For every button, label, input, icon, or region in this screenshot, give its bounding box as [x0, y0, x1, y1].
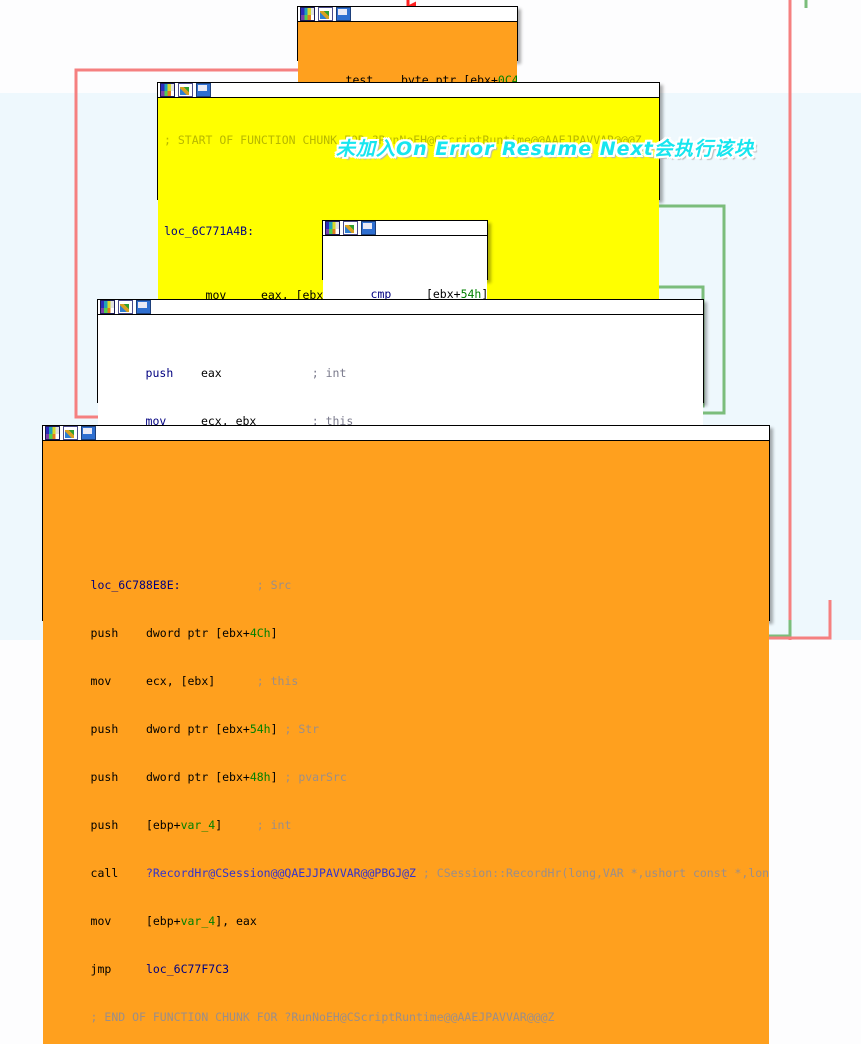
operand-tail: ], eax	[215, 914, 257, 928]
block-titlebar[interactable]	[98, 300, 703, 315]
inline-comment: ; this	[256, 674, 299, 688]
chunk-start-comment: ; START OF FUNCTION CHUNK FOR ?RunNoEH@C…	[164, 133, 642, 147]
code-line: mov ecx, ebx ; this	[98, 397, 703, 428]
block-titlebar[interactable]	[43, 426, 769, 441]
inline-comment: ; int	[311, 366, 347, 380]
mnemonic: call	[90, 866, 119, 880]
mnemonic: push	[90, 626, 119, 640]
inline-comment: ; Str	[284, 722, 320, 736]
operand: dword ptr [ebx+	[145, 770, 250, 784]
mnemonic: jmp	[90, 962, 112, 976]
operand-tail: ]	[270, 722, 278, 736]
block-titlebar[interactable]	[158, 83, 659, 98]
block-cmp-54h[interactable]: cmp [ebx+54h], esi jnz loc_6C788E8E	[322, 220, 488, 369]
operand: dword ptr [ebx+	[145, 722, 250, 736]
mnemonic: push	[90, 818, 119, 832]
block-titlebar[interactable]	[323, 221, 487, 236]
color-palette-icon[interactable]	[325, 221, 340, 235]
inline-comment: ; CSession::RecordHr(long,VAR *,ushort c…	[422, 866, 769, 880]
code-line: push eax ; int	[98, 349, 703, 380]
operand-tail: ]	[270, 770, 278, 784]
hex-number: 54h	[249, 722, 271, 736]
chart-icon[interactable]	[318, 7, 333, 21]
color-palette-icon[interactable]	[300, 7, 315, 21]
stack-variable[interactable]: var_4	[181, 914, 216, 928]
stack-variable[interactable]: var_4	[181, 818, 216, 832]
call-target-symbol[interactable]: ?RecordHr@CSession@@QAEJJPAVVAR@@PBGJ@Z	[146, 866, 416, 880]
chart-icon[interactable]	[63, 426, 78, 440]
code-line: mov [ebp+var_4], eax	[43, 897, 769, 928]
inline-comment: ; pvarSrc	[284, 770, 347, 784]
code-line: push [ebp+var_4] ; int	[43, 801, 769, 832]
code-line: test byte ptr [ebx+0C4h], 3	[298, 56, 517, 87]
operand: [ebp+	[145, 818, 181, 832]
code-line: loc_6C788E8E: ; Src	[43, 561, 769, 592]
chart-icon[interactable]	[118, 300, 133, 314]
block-test[interactable]: test byte ptr [ebx+0C4h], 3 jz loc_6C771…	[297, 6, 518, 155]
operand: [ebp+	[145, 914, 181, 928]
chart-icon[interactable]	[178, 83, 193, 97]
code-line: call ?RecordHr@CSession@@QAEJJPAVVAR@@PB…	[43, 849, 769, 880]
mnemonic: push	[90, 722, 119, 736]
hex-number: 48h	[249, 770, 271, 784]
hex-number: 4Ch	[249, 626, 271, 640]
screen-icon[interactable]	[336, 7, 351, 21]
screen-icon[interactable]	[361, 221, 376, 235]
code-line: cmp [ebx+54h], esi	[323, 270, 487, 301]
block-titlebar[interactable]	[298, 7, 517, 22]
mnemonic: mov	[90, 674, 112, 688]
code-line: ; END OF FUNCTION CHUNK FOR ?RunNoEH@CSc…	[43, 993, 769, 1024]
operand: eax	[200, 366, 222, 380]
operand: dword ptr [ebx+	[145, 626, 250, 640]
mnemonic: mov	[90, 914, 112, 928]
chart-icon[interactable]	[343, 221, 358, 235]
chunk-end-comment: ; END OF FUNCTION CHUNK FOR ?RunNoEH@CSc…	[90, 1010, 555, 1024]
code-line: push dword ptr [ebx+48h] ; pvarSrc	[43, 753, 769, 784]
code-line: mov ecx, [ebx] ; this	[43, 657, 769, 688]
code-line: push dword ptr [ebx+54h] ; Str	[43, 705, 769, 736]
operand-tail: ]	[270, 626, 278, 640]
code-line: jmp loc_6C77F7C3	[43, 945, 769, 976]
color-palette-icon[interactable]	[100, 300, 115, 314]
block-label[interactable]: loc_6C771A4B:	[164, 224, 254, 238]
mnemonic: push	[145, 366, 174, 380]
inline-comment: ; Src	[256, 578, 292, 592]
color-palette-icon[interactable]	[160, 83, 175, 97]
block-chunk-start[interactable]: ; START OF FUNCTION CHUNK FOR ?RunNoEH@C…	[157, 82, 660, 418]
operand: ecx, [ebx]	[145, 674, 216, 688]
jump-target[interactable]: loc_6C77F7C3	[146, 962, 229, 976]
code-line: ; START OF FUNCTION CHUNK FOR ?RunNoEH@C…	[158, 132, 659, 148]
operand-tail: ]	[215, 818, 223, 832]
color-palette-icon[interactable]	[45, 426, 60, 440]
inline-comment: ; int	[256, 818, 292, 832]
block-recordhr[interactable]: loc_6C788E8E: ; Src push dword ptr [ebx+…	[42, 425, 770, 1044]
code-line: push dword ptr [ebx+4Ch]	[43, 609, 769, 640]
screen-icon[interactable]	[81, 426, 96, 440]
screen-icon[interactable]	[196, 83, 211, 97]
mnemonic: push	[90, 770, 119, 784]
screen-icon[interactable]	[136, 300, 151, 314]
block-label[interactable]: loc_6C788E8E:	[91, 578, 181, 592]
block-code[interactable]: loc_6C788E8E: ; Src push dword ptr [ebx+…	[43, 441, 769, 1044]
block-getlocalname[interactable]: push eax ; int mov ecx, ebx ; this call …	[97, 299, 704, 592]
